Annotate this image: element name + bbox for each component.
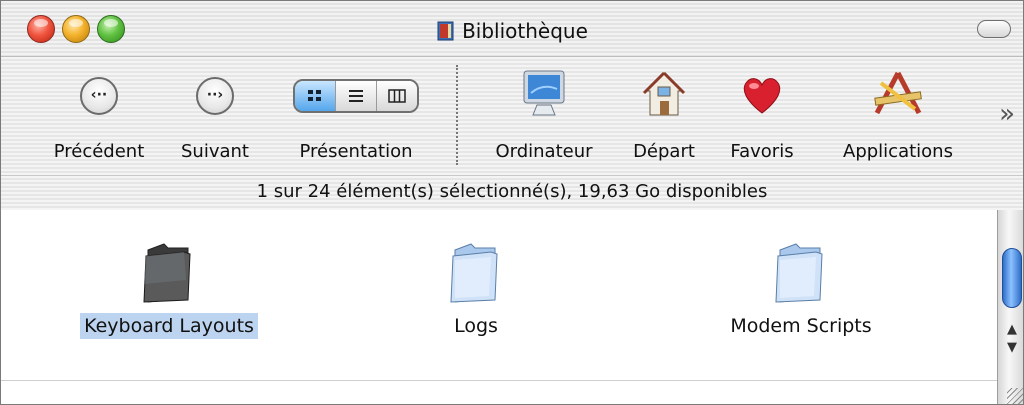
toolbar-toggle-button[interactable] <box>977 20 1011 38</box>
applications-label: Applications <box>843 141 953 162</box>
finder-window: Bibliothèque ‹·· Précédent ··› Suivant P… <box>0 0 1024 405</box>
view-segmented-control[interactable] <box>293 79 419 113</box>
window-title: Bibliothèque <box>1 19 1023 43</box>
forward-arrow-icon: ··› <box>196 77 234 115</box>
vertical-scrollbar[interactable]: ▲ ▼ <box>997 210 1023 404</box>
view-label: Présentation <box>299 141 413 162</box>
status-bar: 1 sur 24 élément(s) sélectionné(s), 19,6… <box>1 175 1023 211</box>
title-bar[interactable]: Bibliothèque <box>1 1 1023 57</box>
forward-button[interactable]: ··› Suivant <box>167 57 263 175</box>
window-title-text: Bibliothèque <box>462 19 588 43</box>
folder-icon <box>770 240 832 310</box>
computer-button[interactable]: Ordinateur <box>479 57 609 175</box>
back-arrow-icon: ‹·· <box>80 77 118 115</box>
back-button[interactable]: ‹·· Précédent <box>39 57 159 175</box>
scroll-up-arrow-icon[interactable]: ▲ <box>998 322 1023 337</box>
library-book-icon <box>436 20 456 42</box>
home-label: Départ <box>633 141 695 162</box>
scroll-down-arrow-icon[interactable]: ▼ <box>998 340 1023 355</box>
toolbar-separator <box>456 65 458 165</box>
list-view-icon[interactable] <box>335 81 376 111</box>
icon-view-icon[interactable] <box>295 81 335 111</box>
favorites-button[interactable]: Favoris <box>717 57 807 175</box>
toolbar: ‹·· Précédent ··› Suivant Présentation O… <box>1 57 1023 175</box>
file-name: Keyboard Layouts <box>39 313 299 339</box>
folder-icon <box>445 240 507 310</box>
favorites-label: Favoris <box>730 141 794 162</box>
home-button[interactable]: Départ <box>619 57 709 175</box>
home-icon <box>642 69 686 123</box>
resize-grip-icon[interactable] <box>1007 388 1023 404</box>
computer-icon <box>521 69 567 123</box>
applications-icon <box>871 69 925 123</box>
content-divider <box>1 380 997 381</box>
forward-label: Suivant <box>181 141 249 162</box>
file-name: Logs <box>454 315 498 337</box>
computer-label: Ordinateur <box>495 141 593 162</box>
file-area[interactable]: Keyboard Layouts Logs Modem Scripts <box>1 210 997 404</box>
column-view-icon[interactable] <box>376 81 417 111</box>
back-label: Précédent <box>53 141 145 162</box>
dark-folder-icon <box>138 240 200 310</box>
toolbar-overflow-button[interactable]: » <box>999 99 1015 129</box>
file-name: Modem Scripts <box>730 315 872 337</box>
status-text: 1 sur 24 élément(s) sélectionné(s), 19,6… <box>256 181 768 202</box>
view-control: Présentation <box>281 57 431 175</box>
applications-button[interactable]: Applications <box>823 57 973 175</box>
heart-icon <box>740 75 784 119</box>
scroll-thumb[interactable] <box>1002 248 1022 308</box>
